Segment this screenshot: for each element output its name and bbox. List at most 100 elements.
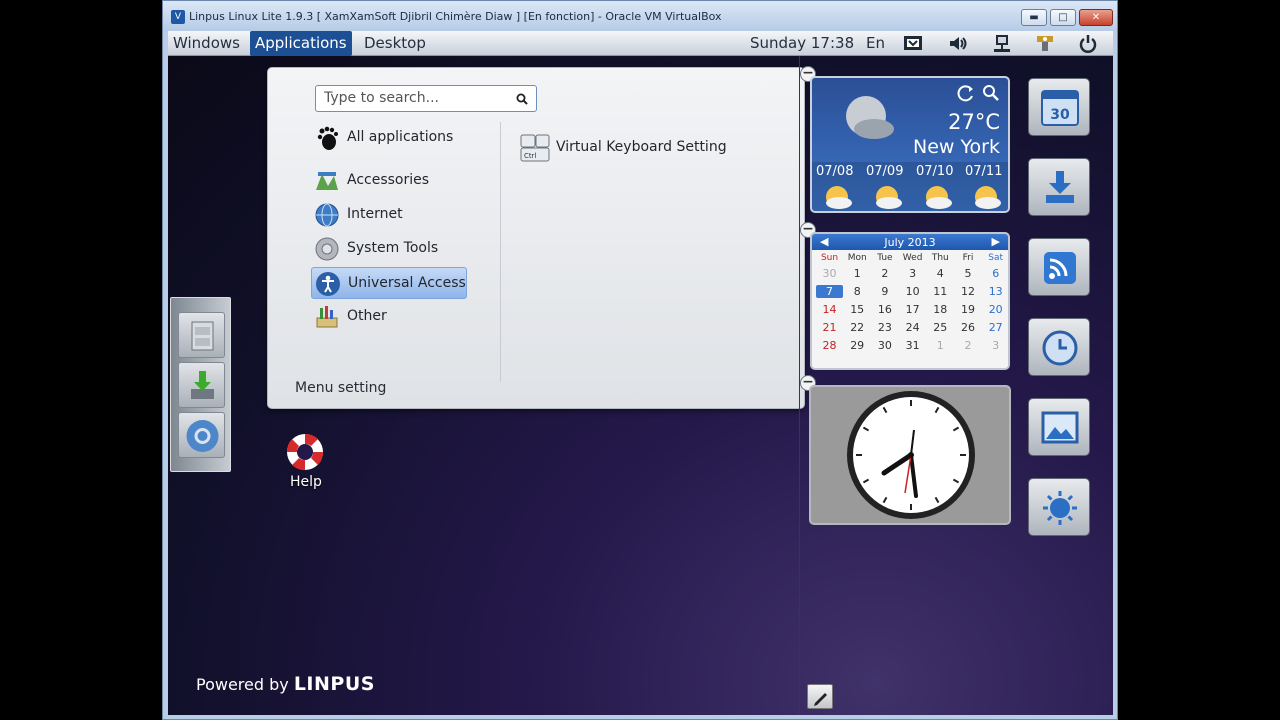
menu-desktop[interactable]: Desktop [359,31,431,56]
calendar-day[interactable]: 15 [844,303,871,316]
search-box[interactable] [315,85,537,112]
weather-widget[interactable]: 27°C New York 07/08 07/09 07/10 07/11 [810,76,1010,213]
calendar-day[interactable]: 26 [955,321,982,334]
linpus-brand: LINPUS [293,673,375,695]
calendar-day[interactable]: 27 [982,321,1008,334]
category-other[interactable]: Other [311,301,467,333]
category-label: Other [347,308,387,324]
sun-cloud-icon [975,186,1001,209]
menu-windows[interactable]: Windows [168,31,245,56]
keyboard-icon-text: Ctrl [524,152,537,160]
calendar-day[interactable]: 17 [899,303,926,316]
calendar-day[interactable]: 16 [871,303,898,316]
calendar-weekday: Sun [820,253,839,263]
sun-cloud-icon [876,186,902,209]
calendar-day[interactable]: 7 [816,285,843,298]
volume-icon[interactable] [947,33,969,54]
close-button[interactable]: ✕ [1079,9,1113,26]
maximize-button[interactable]: □ [1050,9,1076,26]
system-tray-icon[interactable] [1034,33,1056,54]
minimize-button[interactable]: ▬ [1021,9,1047,26]
power-icon[interactable] [1077,33,1099,54]
forecast-day: 07/11 [965,164,1003,179]
calendar-day[interactable]: 12 [955,285,982,298]
app-virtual-keyboard-setting[interactable]: Ctrl Virtual Keyboard Setting [520,132,750,164]
calendar-day[interactable]: 24 [899,321,926,334]
calendar-day[interactable]: 28 [816,339,843,352]
guest-screen: Windows Applications Desktop Sunday 17:3… [168,31,1113,715]
calendar-day[interactable]: 6 [982,267,1008,280]
host-screen: V Linpus Linux Lite 1.9.3 [ XamXamSoft D… [0,0,1280,720]
settings-app-tile[interactable] [1028,478,1090,536]
calendar-day[interactable]: 2 [871,267,898,280]
calendar-day[interactable]: 25 [927,321,954,334]
calendar-day[interactable]: 22 [844,321,871,334]
calendar-weekday: Sat [988,253,1004,263]
clock-widget[interactable] [809,385,1011,525]
menu-applications[interactable]: Applications [250,31,352,56]
next-month-icon[interactable]: ▶ [992,235,1000,248]
clock-app-tile[interactable] [1028,318,1090,376]
calendar-day[interactable]: 31 [899,339,926,352]
calendar-day[interactable]: 9 [871,285,898,298]
calendar-day[interactable]: 2 [955,339,982,352]
calendar-day[interactable]: 8 [844,285,871,298]
category-accessories[interactable]: Accessories [311,165,467,197]
download-app-tile[interactable] [1028,158,1090,216]
calendar-day[interactable]: 19 [955,303,982,316]
search-icon[interactable] [516,93,528,105]
language-indicator[interactable]: En [866,31,885,56]
category-label: Accessories [347,172,430,188]
category-system-tools[interactable]: System Tools [311,233,467,265]
accessories-icon [316,172,338,190]
rss-app-tile[interactable] [1028,238,1090,296]
calendar-day[interactable]: 4 [927,267,954,280]
calendar-day[interactable]: 1 [927,339,954,352]
dock-install-button[interactable] [178,362,225,408]
panel-clock[interactable]: Sunday 17:38 [750,31,854,56]
category-all-applications[interactable]: All applications [311,122,467,154]
category-universal-access[interactable]: Universal Access [311,267,467,299]
weather-search-icon[interactable] [981,84,1001,102]
clock-app-icon [1042,330,1078,366]
help-label[interactable]: Help [290,474,322,490]
sun-gear-icon [1043,491,1077,525]
calendar-day[interactable]: 13 [982,285,1008,298]
calendar-day[interactable]: 11 [927,285,954,298]
category-internet[interactable]: Internet [311,199,467,231]
calendar-day[interactable]: 14 [816,303,843,316]
calendar-day[interactable]: 23 [871,321,898,334]
moon-cloud-icon [846,96,894,139]
dock-chrome-button[interactable] [178,412,225,458]
calendar-day[interactable]: 20 [982,303,1008,316]
calendar-day[interactable]: 21 [816,321,843,334]
photo-app-tile[interactable] [1028,398,1090,456]
calendar-day[interactable]: 18 [927,303,954,316]
virtualbox-window: V Linpus Linux Lite 1.9.3 [ XamXamSoft D… [162,0,1118,720]
calendar-widget[interactable]: ◀ July 2013 ▶ Sun Mon Tue Wed Thu Fri Sat 30 1 2 3… [810,232,1010,370]
input-method-icon[interactable] [902,33,924,54]
help-lifebuoy-icon[interactable] [285,432,325,472]
top-panel: Windows Applications Desktop Sunday 17:3… [168,31,1113,56]
dock-file-cabinet-button[interactable] [178,312,225,358]
edit-widgets-button[interactable] [807,684,833,709]
calendar-day[interactable]: 29 [844,339,871,352]
calendar-day[interactable]: 3 [899,267,926,280]
refresh-icon[interactable] [956,84,976,102]
calendar-day[interactable]: 3 [982,339,1008,352]
menu-setting-link[interactable]: Menu setting [295,380,386,396]
calendar-day[interactable]: 5 [955,267,982,280]
calendar-day[interactable]: 30 [871,339,898,352]
calendar-day[interactable]: 10 [899,285,926,298]
calendar-weekday: Tue [877,253,893,263]
forecast-day: 07/09 [866,164,904,179]
calendar-app-tile[interactable]: 30 [1028,78,1090,136]
download-green-icon [191,371,214,399]
calendar-day[interactable]: 1 [844,267,871,280]
window-titlebar[interactable]: V Linpus Linux Lite 1.9.3 [ XamXamSoft D… [163,1,1117,31]
network-icon[interactable] [991,33,1013,54]
calendar-day[interactable]: 30 [816,267,843,280]
search-input[interactable] [324,90,504,106]
weather-city: New York [912,136,1000,158]
analog-clock-face [847,391,975,519]
